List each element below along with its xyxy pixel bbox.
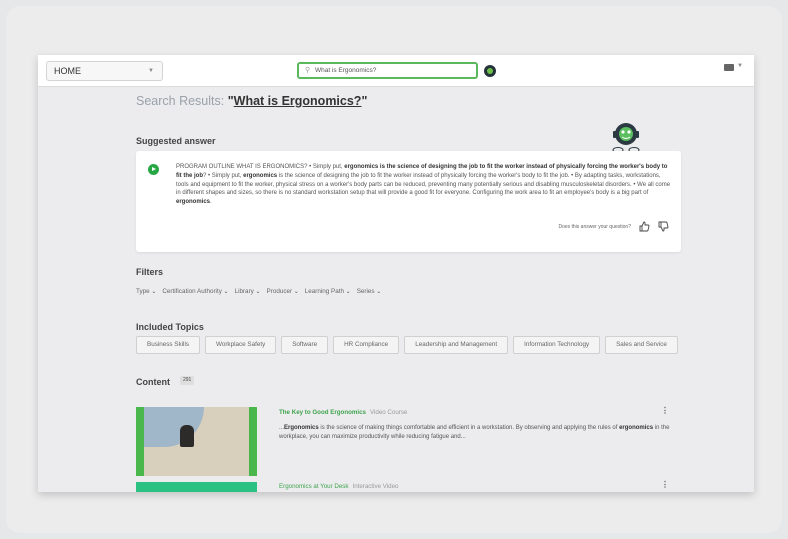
filter-dropdown[interactable]: Type <box>136 288 156 295</box>
content-item-title[interactable]: The Key to Good Ergonomics Video Course <box>279 409 407 416</box>
mascot-badge-icon[interactable] <box>484 65 496 77</box>
search-icon: ⚲ <box>305 67 311 74</box>
content-count-badge: 291 <box>180 376 195 385</box>
filter-dropdown[interactable]: Learning Path <box>305 288 351 295</box>
home-dropdown-label: HOME <box>54 66 81 76</box>
search-input[interactable]: ⚲ What is Ergonomics? <box>297 62 478 79</box>
suggested-answer-heading: Suggested answer <box>136 136 216 146</box>
filter-dropdown[interactable]: Producer <box>267 288 299 295</box>
content-item-kind: Interactive Video <box>352 483 399 490</box>
chevron-down-icon: ▼ <box>148 68 154 74</box>
topic-pill[interactable]: Workplace Safety <box>205 336 277 354</box>
content-heading: Content <box>136 377 170 387</box>
topic-pill[interactable]: Software <box>281 336 329 354</box>
home-dropdown[interactable]: HOME ▼ <box>46 61 163 81</box>
topic-pill[interactable]: Information Technology <box>513 336 601 354</box>
thumbs-up-icon[interactable] <box>639 221 650 232</box>
thumbnail-water <box>144 407 204 447</box>
top-bar: HOME ▼ ⚲ What is Ergonomics? ▼ <box>38 55 754 87</box>
content-thumbnail[interactable] <box>136 407 257 476</box>
content-thumbnail[interactable] <box>136 482 257 492</box>
play-icon[interactable] <box>148 164 159 175</box>
search-results-query[interactable]: What is Ergonomics? <box>234 94 362 108</box>
mail-chevron-down-icon[interactable]: ▼ <box>737 63 743 69</box>
suggested-answer-text: PROGRAM OUTLINE WHAT IS ERGONOMICS? • Si… <box>176 164 671 206</box>
content-item-kind: Video Course <box>369 409 408 416</box>
search-results-title: Search Results: "What is Ergonomics?" <box>136 94 368 108</box>
thumbnail-person <box>180 425 194 447</box>
topic-pill[interactable]: Sales and Service <box>605 336 678 354</box>
topic-pill[interactable]: Business Skills <box>136 336 200 354</box>
content-item-snippet: ...Ergonomics is the science of making t… <box>279 425 670 440</box>
app-window: HOME ▼ ⚲ What is Ergonomics? ▼ Search Re… <box>38 55 754 492</box>
topics-row: Business Skills Workplace Safety Software H… <box>136 336 681 356</box>
content-item-title-text[interactable]: Ergonomics at Your Desk <box>279 483 348 490</box>
search-results-prefix: Search Results: <box>136 94 228 108</box>
answer-feedback: Does this answer your question? <box>558 221 669 232</box>
filters-heading: Filters <box>136 267 164 277</box>
content-item-title-text[interactable]: The Key to Good Ergonomics <box>279 409 366 416</box>
suggested-answer-card: PROGRAM OUTLINE WHAT IS ERGONOMICS? • Si… <box>136 151 681 252</box>
topic-pill[interactable]: Leadership and Management <box>404 336 509 354</box>
filter-dropdown[interactable]: Certification Authority <box>162 288 228 295</box>
more-options-icon[interactable]: ⋮ <box>661 480 669 489</box>
content-item-title[interactable]: Ergonomics at Your Desk Interactive Video <box>279 483 398 490</box>
filter-dropdown[interactable]: Series <box>357 288 382 295</box>
more-options-icon[interactable]: ⋮ <box>661 406 669 415</box>
topic-pill[interactable]: HR Compliance <box>333 336 400 354</box>
included-topics-heading: Included Topics <box>136 322 204 332</box>
filters-row: Type Certification Authority Library Produc… <box>136 288 381 295</box>
mascot-robot-icon <box>612 123 640 153</box>
filter-dropdown[interactable]: Library <box>235 288 261 295</box>
search-input-value: What is Ergonomics? <box>314 67 377 74</box>
mail-icon[interactable] <box>724 64 734 71</box>
thumbs-down-icon[interactable] <box>658 221 669 232</box>
feedback-question: Does this answer your question? <box>558 223 631 230</box>
